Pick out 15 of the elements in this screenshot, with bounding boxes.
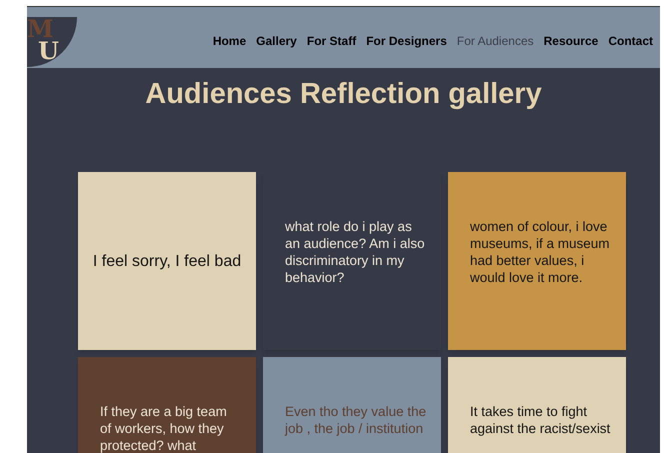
nav-link[interactable]: For Designers (366, 32, 447, 50)
reflection-text: women of colour, i love museums, if a museum had better values, i would love it more. (470, 218, 610, 286)
nav-link[interactable]: Home (212, 32, 246, 50)
reflection-text: If they are a big team of workers, how they protected? what (100, 403, 227, 453)
nav-link[interactable]: Resource (544, 32, 598, 50)
nav-link[interactable]: Gallery (256, 32, 297, 50)
reflection-text: Even tho they value the job , the job / institution (285, 403, 426, 437)
page-title: Audiences Reflection gallery (144, 77, 543, 112)
nav-link[interactable]: For Staff (306, 32, 356, 50)
logo-letter: U (38, 36, 59, 67)
nav-link[interactable]: Contact (608, 32, 653, 50)
reflection-text: It takes time to fight against the racist/sexist (470, 403, 610, 437)
reflection-text: what role do i play as an audience? Am i also discriminatory in my behavior? (285, 218, 425, 286)
reflection-text: I feel sorry, I feel bad (92, 252, 242, 270)
nav-link[interactable]: For Audiences (456, 32, 534, 50)
